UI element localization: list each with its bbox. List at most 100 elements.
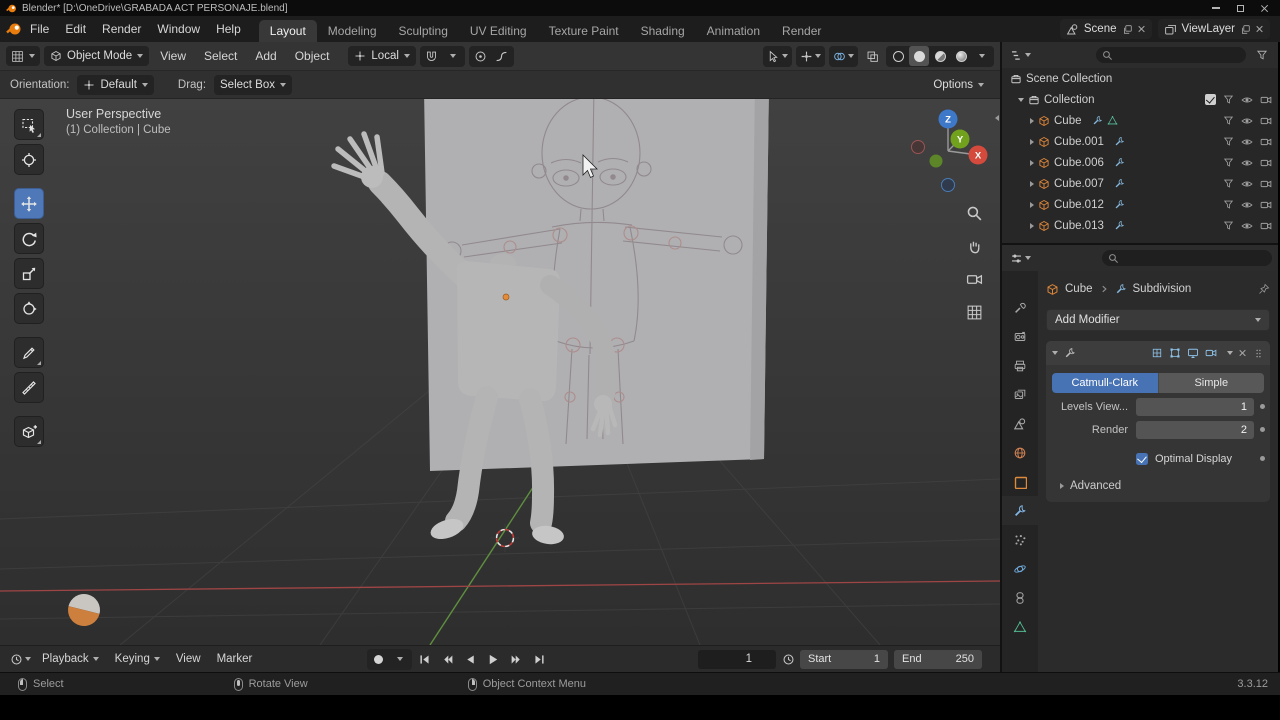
tab-render[interactable]: Render xyxy=(771,20,832,42)
expand-arrow-icon[interactable] xyxy=(1030,117,1034,124)
disable-render-icon[interactable] xyxy=(1260,178,1272,190)
gizmo-neg-y-ball[interactable] xyxy=(929,154,943,168)
tool-cursor[interactable] xyxy=(14,144,44,175)
animate-decorator-dot[interactable] xyxy=(1259,427,1265,432)
scene-selector[interactable]: Scene xyxy=(1059,19,1152,39)
modifier-wrench-badge[interactable] xyxy=(1114,178,1125,189)
tab-sculpting[interactable]: Sculpting xyxy=(388,20,459,42)
optimal-display-checkbox[interactable] xyxy=(1136,452,1148,465)
close-button[interactable] xyxy=(1252,0,1276,16)
tab-animation[interactable]: Animation xyxy=(696,20,771,42)
hide-eye-icon[interactable] xyxy=(1241,157,1253,169)
tab-scene-properties[interactable] xyxy=(1002,409,1038,438)
disable-render-icon[interactable] xyxy=(1260,94,1272,106)
remove-viewlayer-icon[interactable] xyxy=(1256,25,1264,33)
menu-render[interactable]: Render xyxy=(94,16,149,42)
tab-physics-properties[interactable] xyxy=(1002,554,1038,583)
breadcrumb-modifier[interactable]: Subdivision xyxy=(1133,283,1192,295)
tab-output-properties[interactable] xyxy=(1002,351,1038,380)
animate-decorator-dot[interactable] xyxy=(1259,404,1265,409)
shading-rendered-button[interactable] xyxy=(951,46,971,66)
expand-arrow-icon[interactable] xyxy=(1018,97,1024,102)
maximize-button[interactable] xyxy=(1228,0,1252,16)
simple-button[interactable]: Simple xyxy=(1157,373,1264,393)
breadcrumb-object[interactable]: Cube xyxy=(1065,283,1093,295)
delete-modifier-icon[interactable] xyxy=(1239,349,1247,357)
next-keyframe-button[interactable] xyxy=(506,650,527,669)
menu-object[interactable]: Object xyxy=(288,42,337,70)
shading-dropdown[interactable] xyxy=(972,46,992,66)
selectable-funnel-icon[interactable] xyxy=(1223,115,1234,126)
tab-object-properties[interactable] xyxy=(1002,467,1038,496)
timeline-editor-type-button[interactable] xyxy=(8,649,33,669)
modifier-wrench-badge[interactable] xyxy=(1092,115,1103,126)
shading-material-button[interactable] xyxy=(930,46,950,66)
selectable-funnel-icon[interactable] xyxy=(1223,178,1234,189)
proportional-falloff-dropdown[interactable] xyxy=(492,46,512,66)
hide-eye-icon[interactable] xyxy=(1241,115,1253,127)
menu-edit[interactable]: Edit xyxy=(57,16,94,42)
disable-render-icon[interactable] xyxy=(1260,199,1272,211)
minimize-button[interactable] xyxy=(1204,0,1228,16)
menu-keying[interactable]: Keying xyxy=(108,646,167,672)
drag-handle-icon[interactable] xyxy=(1253,347,1264,360)
modifier-wrench-badge[interactable] xyxy=(1114,136,1125,147)
selectable-funnel-icon[interactable] xyxy=(1223,220,1234,231)
options-dropdown[interactable]: Options xyxy=(927,75,990,95)
editor-type-button[interactable] xyxy=(6,46,40,66)
outliner-row-scene-collection[interactable]: Scene Collection xyxy=(1002,68,1278,89)
tab-modeling[interactable]: Modeling xyxy=(317,20,388,42)
menu-marker[interactable]: Marker xyxy=(210,646,260,672)
hide-eye-icon[interactable] xyxy=(1241,199,1253,211)
snap-dropdown[interactable] xyxy=(443,46,463,66)
tool-measure[interactable] xyxy=(14,372,44,403)
xray-toggle[interactable] xyxy=(862,46,882,66)
jump-to-start-button[interactable] xyxy=(414,650,435,669)
expand-arrow-icon[interactable] xyxy=(1030,138,1034,145)
outliner-row-cube-006[interactable]: Cube.006 xyxy=(1002,152,1278,173)
collapse-chevron-icon[interactable] xyxy=(1052,351,1058,355)
play-button[interactable] xyxy=(483,650,504,669)
modifier-extras-chevron[interactable] xyxy=(1227,351,1233,355)
selectable-funnel-icon[interactable] xyxy=(1223,199,1234,210)
viewlayer-selector[interactable]: ViewLayer xyxy=(1157,19,1270,39)
snap-magnet-toggle[interactable] xyxy=(422,46,442,66)
tab-world-properties[interactable] xyxy=(1002,438,1038,467)
render-toggle-icon[interactable] xyxy=(1205,347,1217,359)
play-reverse-button[interactable] xyxy=(460,650,481,669)
current-frame-field[interactable]: 1 xyxy=(698,649,776,669)
outliner-row-cube-007[interactable]: Cube.007 xyxy=(1002,173,1278,194)
outliner-editor-type-button[interactable] xyxy=(1008,45,1033,65)
3d-viewport[interactable]: User Perspective (1) Collection | Cube Z… xyxy=(0,99,1000,645)
on-cage-toggle-icon[interactable] xyxy=(1151,347,1163,359)
pan-button[interactable] xyxy=(962,234,986,258)
prev-keyframe-button[interactable] xyxy=(437,650,458,669)
tab-layout[interactable]: Layout xyxy=(258,20,317,42)
selectability-dropdown[interactable] xyxy=(765,46,790,66)
drag-setting-dropdown[interactable]: Select Box xyxy=(214,74,292,95)
sphere-object[interactable] xyxy=(65,591,104,630)
properties-editor-type-button[interactable] xyxy=(1008,248,1033,268)
catmull-clark-button[interactable]: Catmull-Clark xyxy=(1052,373,1158,393)
expand-arrow-icon[interactable] xyxy=(1030,222,1034,229)
outliner-row-cube[interactable]: Cube xyxy=(1002,110,1278,131)
hide-eye-icon[interactable] xyxy=(1241,178,1253,190)
hide-eye-icon[interactable] xyxy=(1241,136,1253,148)
modifier-wrench-badge[interactable] xyxy=(1114,199,1125,210)
outliner-row-cube-001[interactable]: Cube.001 xyxy=(1002,131,1278,152)
menu-help[interactable]: Help xyxy=(208,16,249,42)
tool-move[interactable] xyxy=(14,188,44,219)
transform-orientation-dropdown[interactable]: Local xyxy=(348,46,416,66)
camera-view-button[interactable] xyxy=(962,267,986,291)
outliner-row-cube-013[interactable]: Cube.013 xyxy=(1002,215,1278,236)
hide-eye-icon[interactable] xyxy=(1241,220,1253,232)
show-overlays-dropdown[interactable] xyxy=(831,46,856,66)
disable-render-icon[interactable] xyxy=(1260,220,1272,232)
disable-render-icon[interactable] xyxy=(1260,157,1272,169)
tool-transform[interactable] xyxy=(14,293,44,324)
blender-menu-icon[interactable] xyxy=(6,21,22,37)
tool-scale[interactable] xyxy=(14,258,44,289)
tool-add-cube[interactable] xyxy=(14,416,44,447)
menu-playback[interactable]: Playback xyxy=(35,646,106,672)
new-viewlayer-icon[interactable] xyxy=(1240,24,1251,35)
